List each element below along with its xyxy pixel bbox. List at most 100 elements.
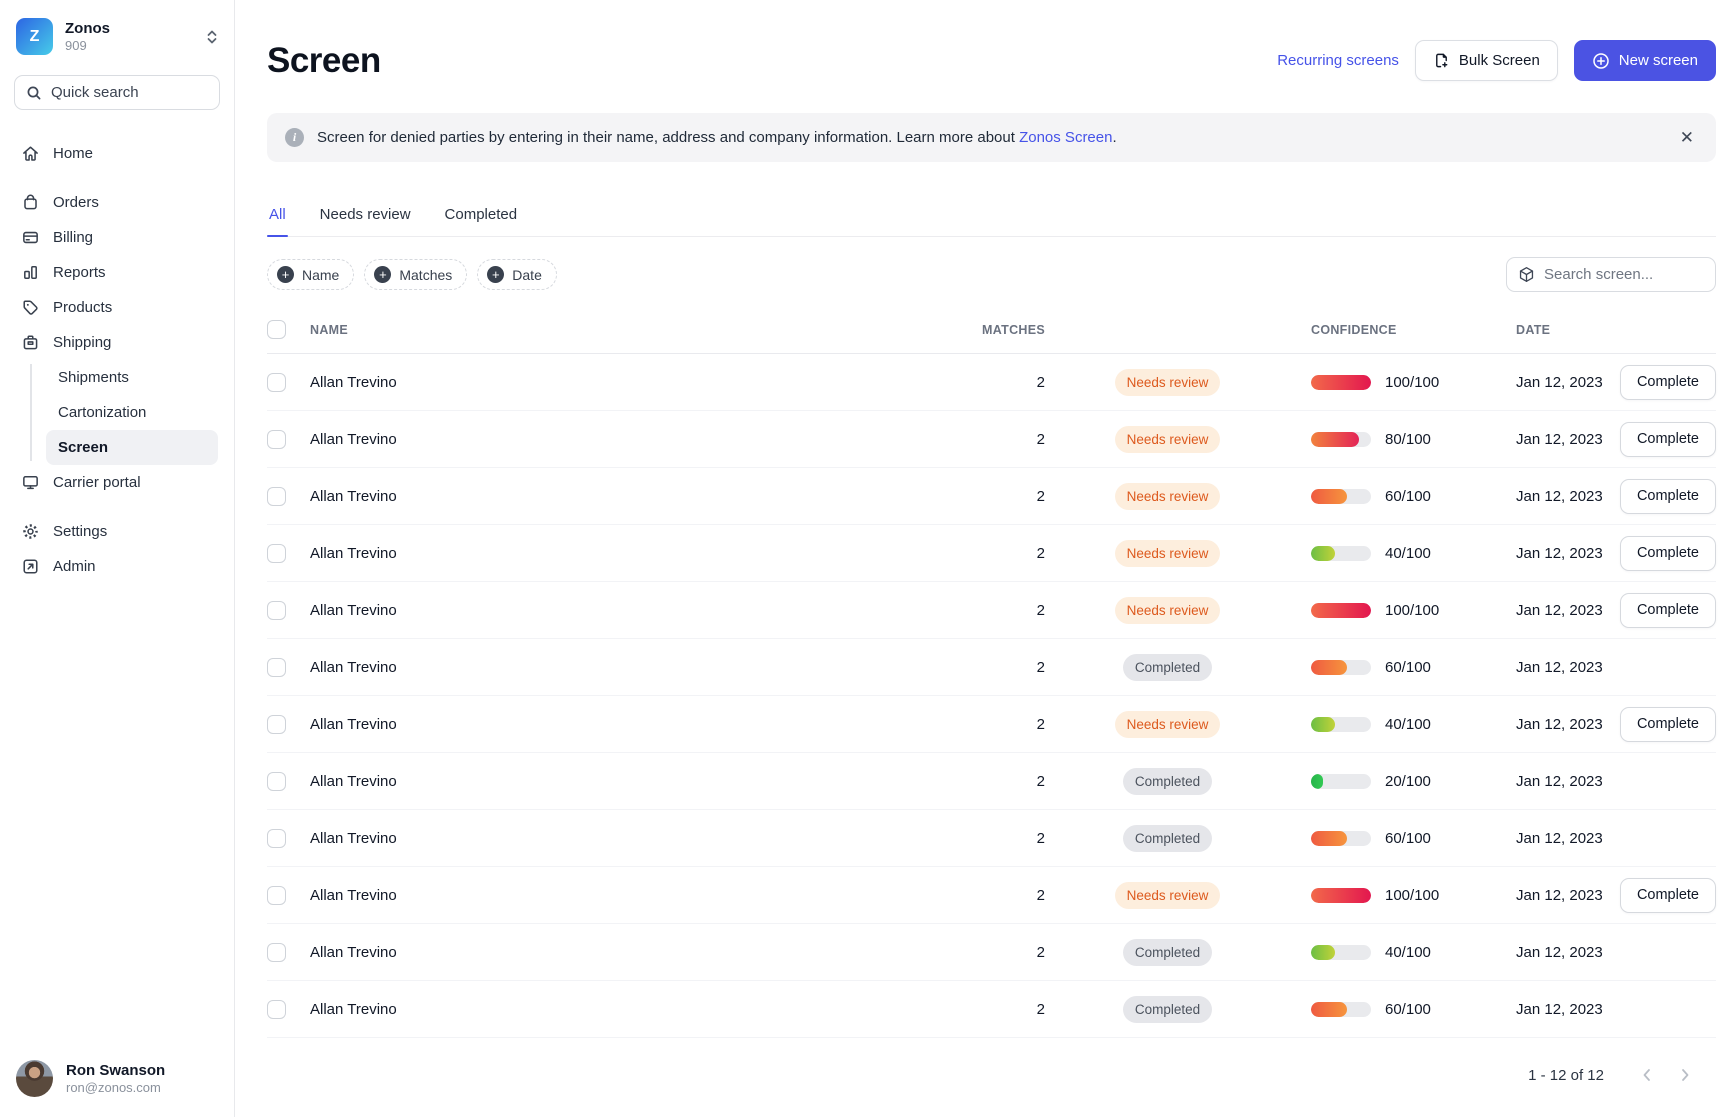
row-matches: 2: [980, 944, 1045, 961]
select-all-checkbox[interactable]: [267, 320, 286, 339]
user-email: ron@zonos.com: [66, 1080, 165, 1095]
bulk-screen-button[interactable]: Bulk Screen: [1415, 40, 1558, 81]
sidebar-item-label: Carrier portal: [53, 474, 141, 491]
filter-chip-date[interactable]: + Date: [477, 259, 557, 290]
brand-name: Zonos: [65, 20, 194, 37]
sidebar-nav: Home Orders Billing Reports Products S: [0, 136, 234, 584]
sidebar-item-home[interactable]: Home: [0, 136, 234, 171]
sidebar-item-products[interactable]: Products: [0, 290, 234, 325]
row-name: Allan Trevino: [310, 716, 980, 733]
row-checkbox[interactable]: [267, 886, 286, 905]
complete-button[interactable]: Complete: [1620, 536, 1716, 571]
row-date: Jan 12, 2023: [1490, 716, 1610, 733]
chevron-right-icon[interactable]: [1668, 1058, 1702, 1092]
tab-all[interactable]: All: [267, 206, 288, 236]
confidence-fill: [1311, 774, 1323, 789]
confidence-value: 100/100: [1385, 887, 1439, 904]
sidebar-item-billing[interactable]: Billing: [0, 220, 234, 255]
row-name: Allan Trevino: [310, 830, 980, 847]
confidence-value: 100/100: [1385, 374, 1439, 391]
status-badge: Completed: [1123, 996, 1212, 1023]
confidence-value: 20/100: [1385, 773, 1431, 790]
row-matches: 2: [980, 887, 1045, 904]
sidebar-item-label: Billing: [53, 229, 93, 246]
page-title: Screen: [267, 41, 1277, 81]
sidebar-item-shipments[interactable]: Shipments: [46, 360, 218, 395]
confidence-fill: [1311, 489, 1347, 504]
confidence-fill: [1311, 888, 1371, 903]
table-row: Allan Trevino 2 Completed 60/100 Jan 12,…: [267, 810, 1716, 867]
complete-button[interactable]: Complete: [1620, 707, 1716, 742]
sidebar-item-settings[interactable]: Settings: [0, 514, 234, 549]
row-date: Jan 12, 2023: [1490, 1001, 1610, 1018]
complete-button[interactable]: Complete: [1620, 593, 1716, 628]
table-search-input[interactable]: [1544, 266, 1704, 283]
filter-chip-matches[interactable]: + Matches: [364, 259, 467, 290]
status-badge: Completed: [1123, 654, 1212, 681]
sidebar-item-label: Shipments: [58, 369, 129, 386]
row-checkbox[interactable]: [267, 943, 286, 962]
row-checkbox[interactable]: [267, 487, 286, 506]
row-date: Jan 12, 2023: [1490, 659, 1610, 676]
tab-needs-review[interactable]: Needs review: [318, 206, 413, 236]
row-checkbox[interactable]: [267, 544, 286, 563]
row-name: Allan Trevino: [310, 773, 980, 790]
confidence-bar: [1311, 774, 1371, 789]
table-row: Allan Trevino 2 Needs review 40/100 Jan …: [267, 525, 1716, 582]
row-checkbox[interactable]: [267, 601, 286, 620]
row-matches: 2: [980, 1001, 1045, 1018]
quick-search-input[interactable]: [51, 84, 208, 101]
row-checkbox[interactable]: [267, 658, 286, 677]
org-switch-chevrons-icon[interactable]: [206, 29, 218, 45]
confidence-value: 40/100: [1385, 716, 1431, 733]
tab-completed[interactable]: Completed: [443, 206, 520, 236]
package-icon: [20, 333, 40, 353]
close-icon[interactable]: ✕: [1676, 125, 1698, 150]
row-checkbox[interactable]: [267, 772, 286, 791]
table-row: Allan Trevino 2 Needs review 40/100 Jan …: [267, 696, 1716, 753]
user-name: Ron Swanson: [66, 1062, 165, 1079]
row-name: Allan Trevino: [310, 431, 980, 448]
row-matches: 2: [980, 374, 1045, 391]
row-checkbox[interactable]: [267, 430, 286, 449]
sidebar-item-admin[interactable]: Admin: [0, 549, 234, 584]
row-date: Jan 12, 2023: [1490, 545, 1610, 562]
confidence-fill: [1311, 945, 1335, 960]
complete-button[interactable]: Complete: [1620, 365, 1716, 400]
sidebar-item-reports[interactable]: Reports: [0, 255, 234, 290]
confidence-bar: [1311, 945, 1371, 960]
complete-button[interactable]: Complete: [1620, 422, 1716, 457]
new-screen-button[interactable]: New screen: [1574, 40, 1716, 81]
row-date: Jan 12, 2023: [1490, 830, 1610, 847]
confidence-bar: [1311, 603, 1371, 618]
org-switcher[interactable]: Z Zonos 909: [0, 0, 234, 61]
row-checkbox[interactable]: [267, 1000, 286, 1019]
row-date: Jan 12, 2023: [1490, 773, 1610, 790]
sidebar-item-carrier-portal[interactable]: Carrier portal: [0, 465, 234, 500]
bar-chart-icon: [20, 263, 40, 283]
pagination: 1 - 12 of 12: [267, 1058, 1716, 1092]
plus-icon: +: [374, 266, 391, 283]
recurring-screens-link[interactable]: Recurring screens: [1277, 52, 1399, 69]
row-checkbox[interactable]: [267, 829, 286, 848]
complete-button[interactable]: Complete: [1620, 479, 1716, 514]
confidence-fill: [1311, 1002, 1347, 1017]
row-checkbox[interactable]: [267, 373, 286, 392]
row-checkbox[interactable]: [267, 715, 286, 734]
zonos-screen-link[interactable]: Zonos Screen: [1019, 129, 1112, 146]
filter-chip-name[interactable]: + Name: [267, 259, 354, 290]
org-id: 909: [65, 38, 194, 53]
quick-search[interactable]: [14, 75, 220, 110]
complete-button[interactable]: Complete: [1620, 878, 1716, 913]
plus-icon: +: [487, 266, 504, 283]
table-row: Allan Trevino 2 Needs review 100/100 Jan…: [267, 354, 1716, 411]
chevron-left-icon[interactable]: [1630, 1058, 1664, 1092]
table-row: Allan Trevino 2 Completed 40/100 Jan 12,…: [267, 924, 1716, 981]
sidebar-item-shipping[interactable]: Shipping: [0, 325, 234, 360]
row-name: Allan Trevino: [310, 374, 980, 391]
user-menu[interactable]: Ron Swanson ron@zonos.com: [0, 1046, 234, 1117]
sidebar-item-orders[interactable]: Orders: [0, 185, 234, 220]
table-search[interactable]: [1506, 257, 1716, 292]
sidebar-item-screen[interactable]: Screen: [46, 430, 218, 465]
sidebar-item-cartonization[interactable]: Cartonization: [46, 395, 218, 430]
